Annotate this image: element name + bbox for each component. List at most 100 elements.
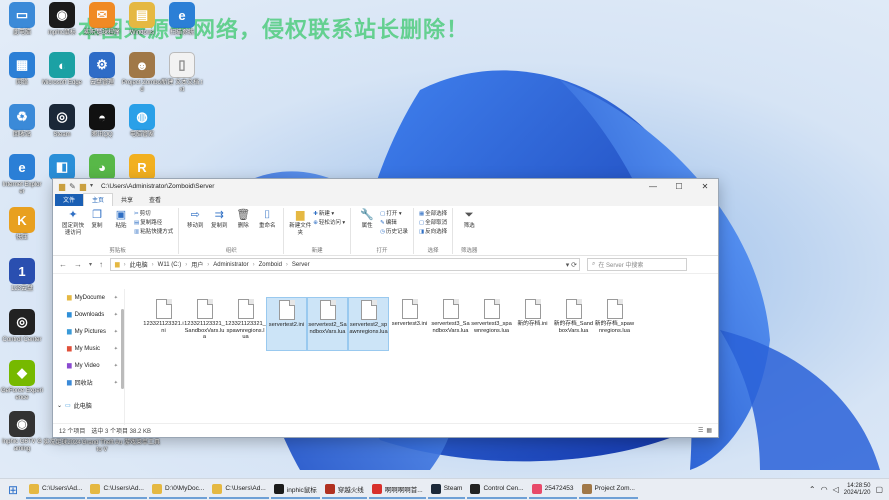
desktop-icon[interactable]: ◍ 电脑管家 bbox=[121, 104, 163, 139]
file-item[interactable]: servertest2.ini bbox=[266, 297, 307, 351]
large-icons-view-icon[interactable]: ▦ bbox=[706, 427, 712, 434]
file-item[interactable]: 123321123321_spawnregions.lua bbox=[225, 297, 266, 351]
file-item[interactable]: 123321123321_SandboxVars.lua bbox=[184, 297, 225, 351]
forward-arrow-icon[interactable]: → bbox=[74, 260, 82, 269]
desktop-icon[interactable]: ▭ 此电脑 bbox=[1, 2, 43, 37]
up-arrow-icon[interactable]: ↑ bbox=[99, 260, 103, 269]
edit-button[interactable]: ✎编辑 bbox=[380, 218, 408, 226]
minimize-button[interactable]: — bbox=[640, 182, 666, 191]
taskbar-item[interactable]: Steam bbox=[427, 481, 466, 499]
tab-view[interactable]: 查看 bbox=[141, 194, 169, 206]
notification-icon[interactable]: ▢ bbox=[875, 485, 883, 494]
new-folder-icon[interactable]: ▆ bbox=[80, 182, 86, 191]
history-button[interactable]: ◷历史记录 bbox=[380, 227, 408, 235]
breadcrumb-separator[interactable]: › bbox=[124, 262, 126, 268]
file-item[interactable]: servertest3_spawnregions.lua bbox=[471, 297, 512, 351]
breadcrumb-separator[interactable]: › bbox=[286, 262, 288, 268]
nav-scrollbar[interactable] bbox=[121, 309, 124, 389]
taskbar-item[interactable]: Control Cen... bbox=[467, 481, 527, 499]
taskbar-item[interactable]: C:\Users\Ad... bbox=[209, 481, 269, 499]
desktop-icon[interactable]: ◎ Steam bbox=[41, 104, 83, 139]
back-arrow-icon[interactable]: ← bbox=[59, 260, 67, 269]
file-item[interactable]: 新的存档.ini bbox=[512, 297, 553, 351]
breadcrumb-segment[interactable]: Zomboid bbox=[259, 262, 282, 268]
nav-item[interactable]: ▆ My Music ✦ bbox=[53, 340, 124, 357]
breadcrumb-separator[interactable]: › bbox=[253, 262, 255, 268]
breadcrumb-separator[interactable]: › bbox=[185, 262, 187, 268]
desktop-icon[interactable]: K 快压 bbox=[1, 207, 43, 242]
file-item[interactable]: 新的存档_SandboxVars.lua bbox=[553, 297, 594, 351]
open-button[interactable]: ▢打开 ▾ bbox=[380, 209, 408, 217]
nav-item[interactable]: ▆ My Video ✦ bbox=[53, 357, 124, 374]
taskbar-item[interactable]: C:\Users\Ad... bbox=[26, 481, 86, 499]
new-item-button[interactable]: ✚新建 ▾ bbox=[313, 209, 345, 217]
cut-button[interactable]: ✂剪切 bbox=[134, 209, 173, 217]
nav-item-this-pc[interactable]: ⌄ ▭ 此电脑 bbox=[53, 397, 124, 414]
taskbar-item[interactable]: D:\0\MyDoc... bbox=[148, 481, 208, 499]
close-button[interactable]: ✕ bbox=[692, 182, 718, 191]
desktop-icon[interactable]: 游戏菜单工具 bbox=[121, 438, 163, 447]
chevron-up-icon[interactable]: ⌃ bbox=[809, 485, 816, 494]
wifi-icon[interactable]: ◠ bbox=[821, 485, 828, 494]
windows-start-icon[interactable]: ⊞ bbox=[0, 483, 26, 497]
nav-item[interactable]: ▆ My Pictures ✦ bbox=[53, 323, 124, 340]
file-item[interactable]: 新的存档_spawnregions.lua bbox=[594, 297, 635, 351]
nav-item[interactable]: ▆ Downloads ✦ bbox=[53, 306, 124, 323]
nav-item[interactable]: ▆ 回收站 ✦ bbox=[53, 374, 124, 391]
easy-access-button[interactable]: ⊕轻松访问 ▾ bbox=[313, 218, 345, 226]
tab-file[interactable]: 文件 bbox=[55, 194, 84, 206]
taskbar-item[interactable]: 25472453 bbox=[528, 481, 577, 499]
paste-shortcut-button[interactable]: ▥粘贴快捷方式 bbox=[134, 227, 173, 235]
desktop-icon[interactable]: ◆ GeForce Experience bbox=[1, 360, 43, 402]
address-bar[interactable]: ▆ › 此电脑 › W11 (C:) › 用户 › Administrator › Zomboid… bbox=[110, 258, 581, 271]
file-item[interactable]: servertest3_SandboxVars.lua bbox=[430, 297, 471, 351]
details-view-icon[interactable]: ☰ bbox=[698, 427, 703, 434]
title-bar[interactable]: ▆ ✎ ▆ ▾ C:\Users\Administrator\Zomboid\S… bbox=[53, 179, 718, 194]
properties-icon[interactable]: ✎ bbox=[69, 182, 76, 191]
desktop-icon[interactable]: ☻ Project Zomboid bbox=[121, 52, 163, 94]
taskbar-item[interactable]: Project Zom... bbox=[578, 481, 638, 499]
refresh-icon[interactable]: ▾ ⟳ bbox=[566, 261, 579, 269]
breadcrumb-segment[interactable]: 用户 bbox=[191, 260, 203, 269]
desktop-icon[interactable]: ◓ 腾讯QQ bbox=[81, 104, 123, 139]
copy-path-button[interactable]: ▤复制路径 bbox=[134, 218, 173, 226]
desktop-icon[interactable]: ◉ Inphic G6TV Gaming bbox=[1, 411, 43, 453]
desktop-icon[interactable]: ◎ Control Center bbox=[1, 309, 43, 344]
file-explorer-window[interactable]: ▆ ✎ ▆ ▾ C:\Users\Administrator\Zomboid\S… bbox=[52, 178, 719, 438]
breadcrumb-segment[interactable]: W11 (C:) bbox=[158, 262, 182, 268]
desktop-icon[interactable]: 1 123云盘 bbox=[1, 258, 43, 293]
breadcrumb-segment[interactable]: Administrator bbox=[213, 262, 248, 268]
file-item[interactable]: servertest3.ini bbox=[389, 297, 430, 351]
desktop-icon[interactable]: ✉ 实况足球程序 bbox=[81, 2, 123, 37]
taskbar-item[interactable]: 啊啊啊啊首... bbox=[368, 481, 426, 499]
breadcrumb-segment[interactable]: 此电脑 bbox=[130, 260, 148, 269]
desktop-icon[interactable]: ▦ 网络 bbox=[1, 52, 43, 87]
select-none-button[interactable]: ▢全部取消 bbox=[419, 218, 447, 226]
desktop-icon[interactable]: e Internet Explorer bbox=[1, 154, 43, 196]
desktop-icon[interactable]: ▯ 新建 文本文档.txt bbox=[161, 52, 203, 94]
file-item[interactable]: servertest2_SandboxVars.lua bbox=[307, 297, 348, 351]
invert-selection-button[interactable]: ◨反向选择 bbox=[419, 227, 447, 235]
chevron-down-icon[interactable]: ▾ bbox=[89, 261, 92, 268]
search-input[interactable]: ⌕ 在 Server 中搜索 bbox=[587, 258, 688, 271]
breadcrumb-segment[interactable]: Server bbox=[292, 262, 310, 268]
taskbar-item[interactable]: inphic鼠标 bbox=[270, 481, 320, 499]
file-item[interactable]: 123321123321.ini bbox=[143, 297, 184, 351]
desktop-icon[interactable]: e 扫描系统 bbox=[161, 2, 203, 37]
desktop-icon[interactable]: ♻ 回收站 bbox=[1, 104, 43, 139]
tab-home[interactable]: 主页 bbox=[83, 193, 114, 206]
desktop-icon[interactable]: ◐ Microsoft Edge bbox=[41, 52, 83, 87]
breadcrumb-separator[interactable]: › bbox=[152, 262, 154, 268]
desktop-icon[interactable]: ⚙ 云盘管理 bbox=[81, 52, 123, 87]
desktop-icon[interactable]: 实况足球2024 bbox=[41, 438, 83, 447]
taskbar-item[interactable]: 穿越火线 bbox=[321, 481, 367, 499]
tab-share[interactable]: 共享 bbox=[113, 194, 141, 206]
chevron-down-icon[interactable]: ▾ bbox=[90, 182, 93, 191]
file-item[interactable]: servertest2_spawnregions.lua bbox=[348, 297, 389, 351]
nav-item[interactable]: ▆ MyDocume ✦ bbox=[53, 289, 124, 306]
taskbar-item[interactable]: C:\Users\Ad... bbox=[87, 481, 147, 499]
breadcrumb-separator[interactable]: › bbox=[207, 262, 209, 268]
clock[interactable]: 14:28:50 2024/1/20 bbox=[844, 483, 871, 497]
desktop-icon[interactable]: Grand Theft Auto V bbox=[81, 438, 123, 454]
desktop-icon[interactable]: ▤ Windows bbox=[121, 2, 163, 37]
